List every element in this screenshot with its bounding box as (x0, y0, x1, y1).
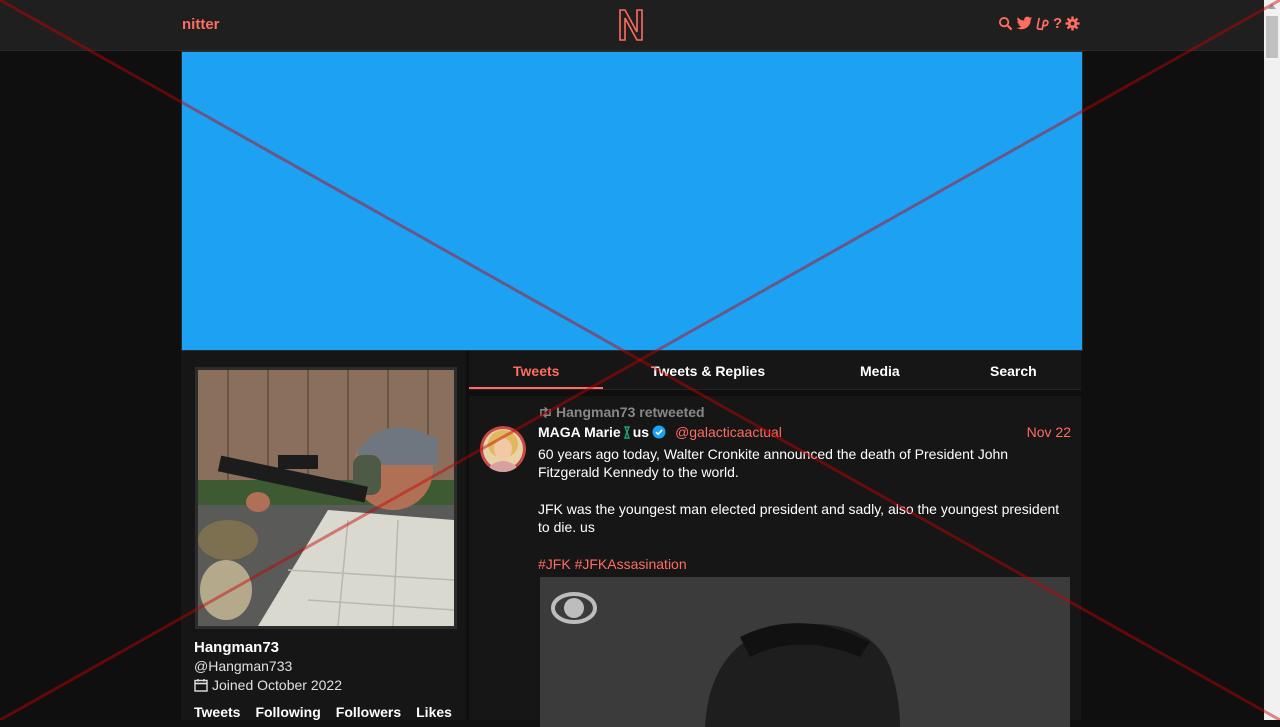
scrollbar[interactable] (1264, 0, 1280, 720)
brand-link[interactable]: nitter (182, 16, 220, 33)
verified-badge-icon (652, 425, 666, 439)
profile-avatar[interactable] (195, 367, 457, 629)
calendar-icon (194, 679, 208, 692)
stat-following[interactable]: Following (255, 704, 320, 720)
timeline-tabs: Tweets Tweets & Replies Media Search (469, 351, 1081, 390)
tweet-paragraph: 60 years ago today, Walter Cronkite anno… (538, 446, 1009, 480)
tweet-hashtags[interactable]: #JFK #JFKAssasination (538, 555, 1068, 573)
twitter-bird-icon[interactable] (1016, 16, 1033, 31)
top-navbar: nitter ? (0, 0, 1264, 51)
scrollbar-thumb[interactable] (1266, 16, 1278, 58)
timeline-item[interactable]: Hangman73 retweeted MAGA Marie us @galac… (469, 396, 1081, 727)
retweet-label: Hangman73 retweeted (556, 404, 705, 420)
nav-icons: ? (998, 15, 1080, 32)
profile-fullname[interactable]: Hangman73 (194, 639, 279, 656)
search-icon[interactable] (998, 16, 1013, 31)
nitter-logo[interactable] (617, 8, 645, 45)
tweet-username[interactable]: @galacticaactual (675, 424, 782, 440)
tweet-header: MAGA Marie us @galacticaactual (538, 424, 782, 440)
profile-username[interactable]: @Hangman733 (194, 658, 292, 674)
tab-tweets-replies[interactable]: Tweets & Replies (651, 363, 765, 379)
tab-media[interactable]: Media (860, 363, 900, 379)
scroll-up-arrow-icon[interactable] (1268, 4, 1276, 9)
gear-icon[interactable] (1065, 16, 1080, 31)
profile-joindate: Joined October 2022 (194, 677, 342, 693)
joined-text: Joined October 2022 (212, 677, 342, 693)
profile-banner[interactable] (181, 51, 1083, 351)
stat-likes[interactable]: Likes (416, 704, 452, 720)
profile-card: Hangman73 @Hangman733 Joined October 202… (181, 351, 466, 720)
profile-stats: Tweets Following Followers Likes (194, 704, 452, 720)
tweet-name-suffix: us (632, 424, 650, 440)
retweet-header: Hangman73 retweeted (538, 404, 705, 420)
tweet-video-thumbnail[interactable] (540, 577, 1070, 727)
stat-tweets[interactable]: Tweets (194, 704, 240, 720)
tweet-date[interactable]: Nov 22 (1027, 424, 1071, 440)
hourglass-emoji-icon (623, 425, 630, 439)
liberapay-icon[interactable] (1036, 16, 1050, 31)
tab-search[interactable]: Search (990, 363, 1037, 379)
tab-tweets[interactable]: Tweets (513, 363, 559, 379)
retweet-icon (540, 406, 551, 418)
tweet-content: 60 years ago today, Walter Cronkite anno… (538, 445, 1068, 592)
active-tab-indicator (469, 387, 603, 389)
help-icon[interactable]: ? (1053, 15, 1062, 32)
tweet-avatar[interactable] (480, 426, 526, 472)
tweet-fullname[interactable]: MAGA Marie (538, 424, 621, 440)
stat-followers[interactable]: Followers (336, 704, 401, 720)
tweet-paragraph: JFK was the youngest man elected preside… (538, 501, 1060, 535)
